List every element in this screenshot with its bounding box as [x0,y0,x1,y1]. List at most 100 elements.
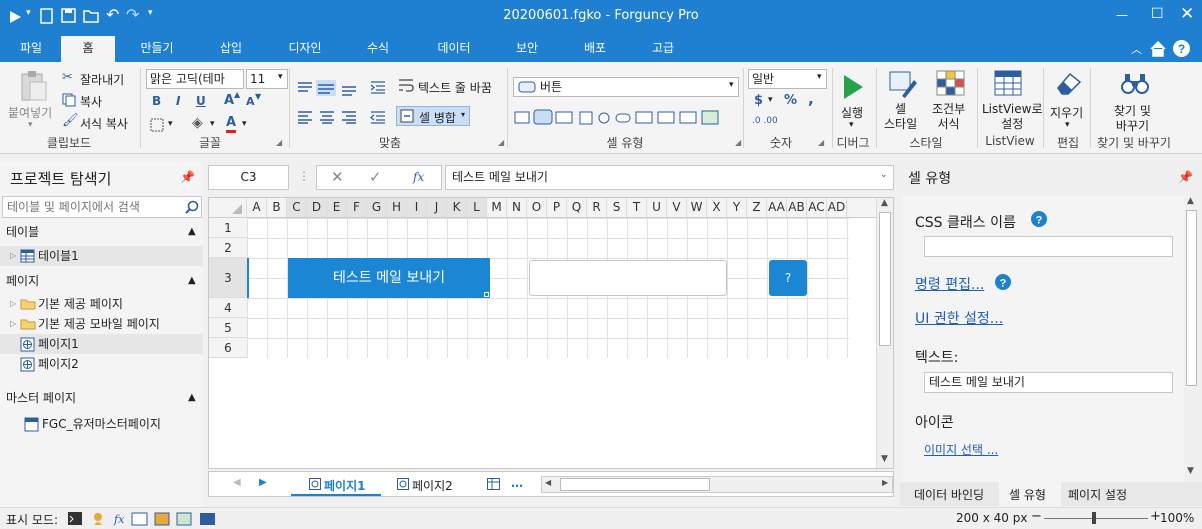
tree-folder-mobile-pages[interactable]: ▷ 기본 제공 모바일 페이지 [0,314,203,334]
maximize-button[interactable]: ☐ [1151,6,1164,22]
vertical-align-icons[interactable] [296,80,366,96]
chevron-up-icon[interactable]: ▲ [188,270,196,292]
eraser-icon[interactable] [1054,70,1084,96]
tab-prev-icon[interactable]: ◀ [233,477,241,488]
horizontal-align-icons[interactable] [296,110,366,124]
column-header[interactable]: W [687,198,707,217]
tab-page1[interactable]: 페이지1 [291,472,381,496]
scroll-up-icon[interactable]: ▲ [1187,196,1194,206]
column-header[interactable]: F [347,198,367,217]
cell-type-select[interactable]: 버튼 [513,77,739,97]
column-header[interactable]: I [407,198,427,217]
scrollbar-thumb[interactable] [1186,210,1197,386]
clear-button[interactable]: 지우기 [1050,104,1083,121]
listview-icon[interactable] [994,70,1024,98]
scroll-right-icon[interactable]: ▶ [882,478,888,487]
fill-color-icon[interactable]: ◈ [192,115,203,131]
column-header[interactable]: U [647,198,667,217]
column-header[interactable]: S [607,198,627,217]
column-header[interactable]: AA [767,198,787,217]
tab-page2[interactable]: 페이지2 [412,477,453,494]
row-header[interactable]: 1 [209,218,247,238]
column-header[interactable]: Q [567,198,587,217]
cancel-icon[interactable]: ✕ [331,168,344,186]
resize-handle[interactable] [484,292,489,297]
tree-item-page1[interactable]: 페이지1 [0,334,203,354]
row-header[interactable]: 4 [209,298,247,318]
help-icon[interactable]: ? [1031,211,1047,227]
help-button[interactable]: ? [769,260,807,296]
zoom-slider[interactable] [1044,518,1148,519]
panel-scrollbar[interactable]: ▲ ▼ [1184,196,1199,482]
text-input[interactable]: 테스트 메일 보내기 [924,372,1173,393]
tab-page-settings[interactable]: 페이지 설정 [1068,486,1127,503]
cell-type-gallery[interactable] [514,109,724,125]
confirm-icon[interactable]: ✓ [369,168,382,186]
column-header[interactable]: J [427,198,447,217]
row-header[interactable]: 5 [209,318,247,338]
column-header[interactable]: T [627,198,647,217]
pin-icon[interactable]: 📌 [1178,170,1193,184]
column-header[interactable]: O [527,198,547,217]
tab-file[interactable]: 파일 [6,36,56,62]
format-painter-button[interactable]: 서식 복사 [80,115,128,132]
scroll-down-icon[interactable]: ▼ [881,454,888,464]
column-header[interactable]: V [667,198,687,217]
column-header[interactable]: AB [787,198,807,217]
scroll-down-icon[interactable]: ▼ [1187,466,1194,476]
pages-section-header[interactable]: 페이지 ▲ [0,270,203,292]
tab-advanced[interactable]: 고급 [638,36,688,62]
tab-formula[interactable]: 수식 [352,36,404,62]
tab-next-icon[interactable]: ▶ [259,477,267,488]
css-class-input[interactable] [924,236,1173,257]
dialog-launcher-icon[interactable]: ◢ [498,138,504,147]
search-box[interactable] [2,196,202,218]
shrink-font-button[interactable]: A [246,95,255,108]
master-section-header[interactable]: 마스터 페이지 ▲ [0,387,203,409]
binoculars-icon[interactable] [1120,72,1150,96]
spreadsheet-designer[interactable]: A B C D E F G H I J K L M N O P Q R S T U V W X Y Z AA AB AC AD 12345… [208,197,894,469]
more-tabs-button[interactable]: … [511,476,523,490]
zoom-slider-thumb[interactable] [1092,512,1096,524]
minimize-button[interactable]: — [1116,8,1128,22]
column-header[interactable]: N [507,198,527,217]
scrollbar-thumb[interactable] [879,212,891,346]
formula-input[interactable]: 테스트 메일 보내기 [445,165,894,190]
merge-cells-button[interactable]: 셀 병합 ▾ [396,106,470,126]
number-format-select[interactable]: 일반 [748,69,827,89]
tab-insert[interactable]: 삽입 [205,36,257,62]
paste-icon[interactable] [18,70,48,102]
grow-font-button[interactable]: A [224,93,234,108]
tab-cell-type[interactable]: 셀 유형 [999,482,1061,506]
pin-icon[interactable]: 📌 [180,170,195,184]
tab-data-binding[interactable]: 데이터 바인딩 [914,486,984,503]
scrollbar-thumb[interactable] [560,478,710,491]
tab-home[interactable]: 홈 [61,36,115,62]
column-header[interactable]: Z [747,198,767,217]
column-header[interactable]: P [547,198,567,217]
italic-button[interactable]: I [176,94,180,108]
chevron-down-icon[interactable]: ⌄ [880,170,888,180]
row-header[interactable]: 2 [209,238,247,258]
chevron-down-icon[interactable]: ▾ [28,120,33,130]
border-icon[interactable] [150,118,164,132]
search-icon[interactable] [185,200,199,214]
column-header[interactable]: C [287,198,307,217]
command-edit-link[interactable]: 명령 편집... [915,274,984,294]
scroll-up-icon[interactable]: ▲ [881,198,888,208]
column-header[interactable]: A [247,198,267,217]
help-icon[interactable]: ? [995,274,1011,290]
column-header[interactable]: X [707,198,727,217]
chevron-up-icon[interactable]: ▲ [188,387,196,409]
copy-button[interactable]: 복사 [80,93,102,110]
tree-folder-builtin-pages[interactable]: ▷ 기본 제공 페이지 [0,294,203,314]
column-header[interactable]: D [307,198,327,217]
send-email-button[interactable]: 테스트 메일 보내기 [288,258,490,298]
tab-security[interactable]: 보안 [502,36,552,62]
function-icon[interactable]: fx [413,170,424,184]
row-header[interactable]: 3 [209,258,247,298]
increase-decimal-icon[interactable]: .0 .00 [752,116,778,126]
display-mode-icons[interactable]: fx [67,511,217,527]
tab-data[interactable]: 데이터 [424,36,484,62]
expand-icon[interactable]: ▷ [10,314,16,334]
